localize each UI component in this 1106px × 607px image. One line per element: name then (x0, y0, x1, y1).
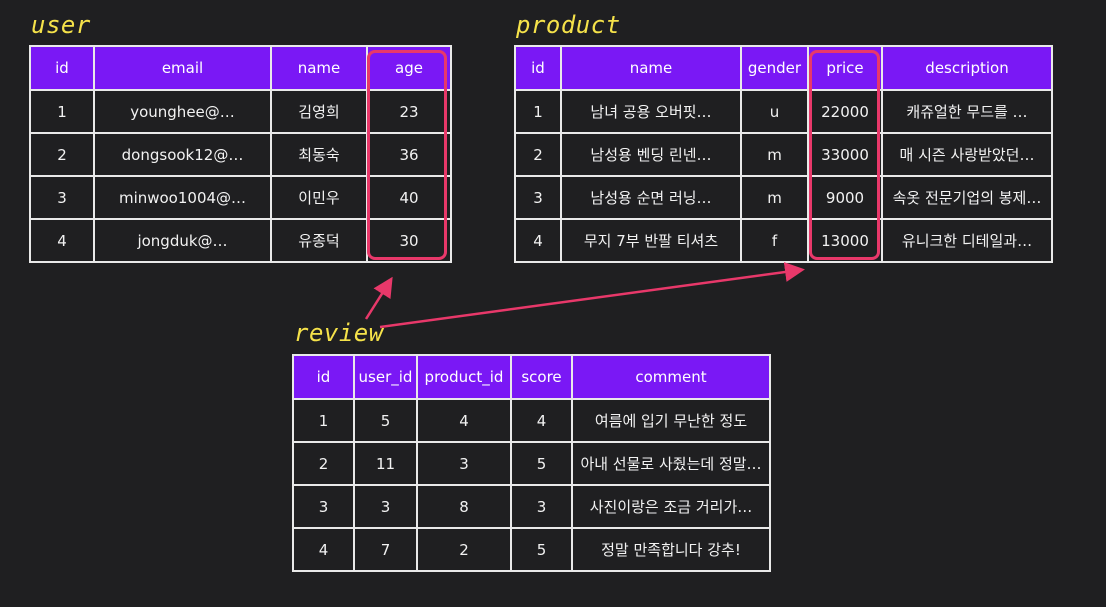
arrow-to-product-price (379, 262, 805, 329)
relation-arrows (364, 262, 805, 329)
arrow-to-user-age (364, 276, 393, 320)
